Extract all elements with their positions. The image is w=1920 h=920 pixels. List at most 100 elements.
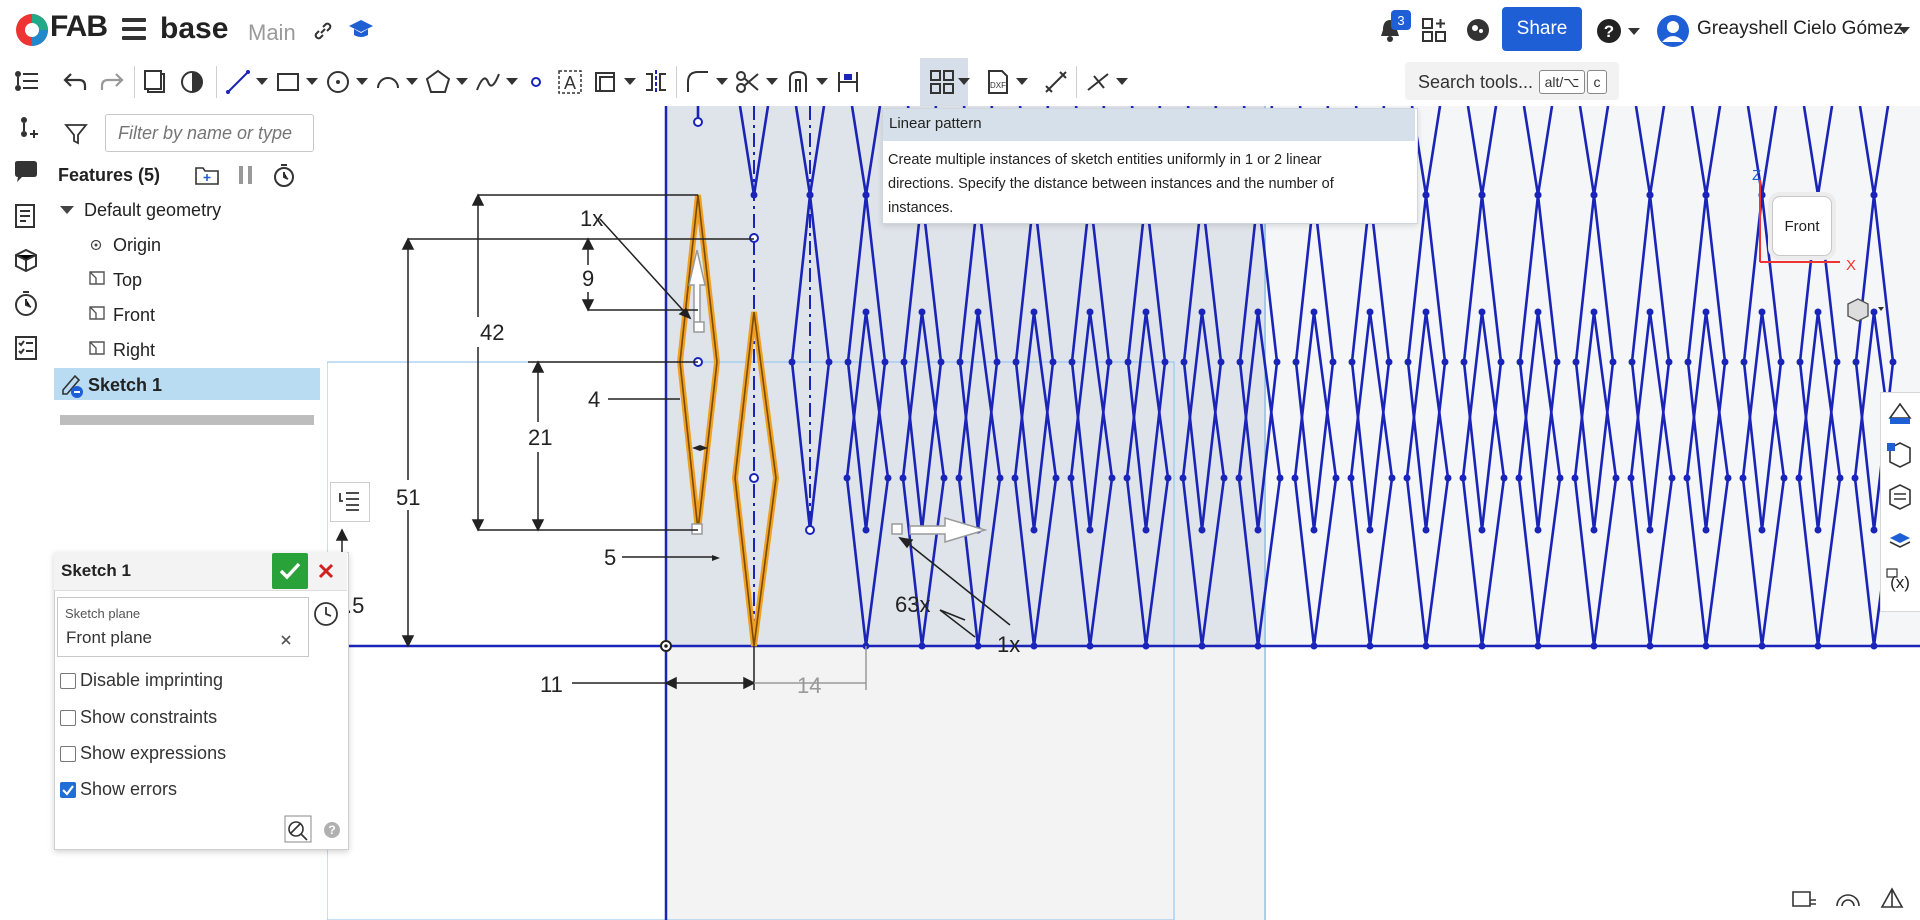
help-icon[interactable]: ? [324,822,340,838]
pattern-vertex [1836,474,1844,482]
view-cube[interactable]: Front [1772,196,1832,256]
search-tools-label[interactable]: Search tools... [1418,72,1533,93]
use-icon[interactable] [142,68,170,96]
polygon-chevron-down-icon[interactable] [456,78,468,85]
comments-icon[interactable] [12,158,40,186]
mass-properties-icon[interactable] [1884,482,1916,512]
checklist-icon[interactable] [12,334,40,362]
tree-item-top[interactable]: Top [113,270,142,291]
curvature-icon[interactable] [1834,886,1862,910]
transform-icon[interactable] [1042,68,1070,96]
draft-analysis-icon[interactable] [1878,886,1906,910]
linear-pattern-icon[interactable] [928,68,956,96]
feature-list-icon[interactable] [12,68,40,96]
offset-chevron-down-icon[interactable] [624,78,636,85]
help-icon[interactable]: ? [1596,18,1622,44]
variables-icon[interactable]: (x) [1884,566,1916,596]
dxf-import-icon[interactable]: DXF [984,68,1012,96]
learning-center-icon[interactable] [348,18,374,42]
pattern-chevron-down-icon[interactable] [958,78,970,85]
pattern-vertex [1702,642,1710,650]
pattern-vertex [1310,642,1318,650]
redo-icon[interactable] [98,68,126,96]
trim-chevron-down-icon[interactable] [766,78,778,85]
disable-imprinting-checkbox[interactable] [60,673,76,689]
offset-icon[interactable] [592,68,620,96]
spline-chevron-down-icon[interactable] [506,78,518,85]
arc-icon[interactable] [374,68,402,96]
notes-icon[interactable] [12,202,40,230]
toolbar-separator [1076,66,1077,98]
text-icon[interactable]: A [556,68,584,96]
show-errors-label: Show errors [80,779,178,799]
tangent-line-icon[interactable] [1084,68,1112,96]
tape-measure-icon[interactable] [1790,886,1818,910]
point-icon[interactable] [522,68,550,96]
rectangle-chevron-down-icon[interactable] [306,78,318,85]
fillet-icon[interactable] [684,68,712,96]
filter-icon[interactable] [64,122,88,146]
rectangle-icon[interactable] [274,68,302,96]
branch-name[interactable]: Main [248,20,296,46]
help-chevron-down-icon[interactable] [1628,28,1640,35]
rebuild-timer-icon[interactable] [272,162,296,188]
measure-icon[interactable] [1884,440,1916,470]
mirror-icon[interactable] [642,68,670,96]
construction-chevron-down-icon[interactable] [816,78,828,85]
section-view-icon[interactable] [1884,398,1916,428]
circle-icon[interactable] [324,68,352,96]
document-title[interactable]: base [160,12,228,46]
show-constraints-checkbox[interactable] [60,710,76,726]
add-folder-icon[interactable] [194,164,220,186]
sketch-inspect-icon[interactable] [284,815,312,843]
menu-icon[interactable] [122,18,146,40]
sketch-history-icon[interactable] [312,600,340,628]
pattern-vertex [1684,358,1692,366]
arc-chevron-down-icon[interactable] [406,78,418,85]
tree-expand-chevron-icon[interactable] [60,206,74,214]
clear-plane-icon[interactable] [280,634,292,646]
appearance-icon[interactable] [1884,524,1916,554]
pattern-vertex [1646,642,1654,650]
pause-icon[interactable] [236,164,256,186]
circle-chevron-down-icon[interactable] [356,78,368,85]
app-store-icon[interactable] [1420,16,1448,44]
tangent-chevron-down-icon[interactable] [1116,78,1128,85]
intersect-icon[interactable] [178,68,206,96]
rollback-bar[interactable] [60,415,314,425]
spline-icon[interactable] [474,68,502,96]
user-name[interactable]: Greayshell Cielo Gómez [1697,18,1903,40]
filter-input[interactable] [105,114,314,152]
view-mode-icon[interactable] [1844,296,1890,324]
avatar[interactable] [1656,14,1690,48]
tree-item-right[interactable]: Right [113,340,155,361]
tree-item-sketch-1[interactable]: Sketch 1 [88,375,162,396]
fillet-chevron-down-icon[interactable] [716,78,728,85]
close-icon[interactable] [317,562,335,580]
line-chevron-down-icon[interactable] [256,78,268,85]
pattern-vertex [1590,308,1598,316]
show-errors-checkbox[interactable] [60,782,76,798]
polygon-icon[interactable] [424,68,452,96]
construction-icon[interactable] [784,68,812,96]
share-button[interactable]: Share [1502,7,1582,51]
show-expressions-checkbox[interactable] [60,746,76,762]
undo-icon[interactable] [61,68,89,96]
pattern-vertex [1852,358,1860,366]
dxf-chevron-down-icon[interactable] [1016,78,1028,85]
dimension-icon[interactable] [834,68,862,96]
sketch-dialog-title: Sketch 1 [61,561,131,580]
tree-item-origin[interactable]: Origin [113,235,161,256]
parts-icon[interactable] [12,246,40,274]
user-chevron-down-icon[interactable] [1898,27,1910,34]
sketch-drawing[interactable]: 1x 42 9 21 4 51 5 .5 11 14 63x 1x X Z [327,106,1920,920]
trim-icon[interactable] [734,68,762,96]
tree-default-geometry[interactable]: Default geometry [84,200,221,221]
history-icon[interactable] [12,290,40,318]
ai-assistant-icon[interactable] [1464,16,1492,44]
graphics-canvas[interactable]: 1x 42 9 21 4 51 5 .5 11 14 63x 1x X Z [327,106,1920,920]
tree-item-front[interactable]: Front [113,305,155,326]
line-icon[interactable] [224,68,252,96]
link-icon[interactable] [312,20,334,42]
insert-part-icon[interactable] [12,114,40,142]
